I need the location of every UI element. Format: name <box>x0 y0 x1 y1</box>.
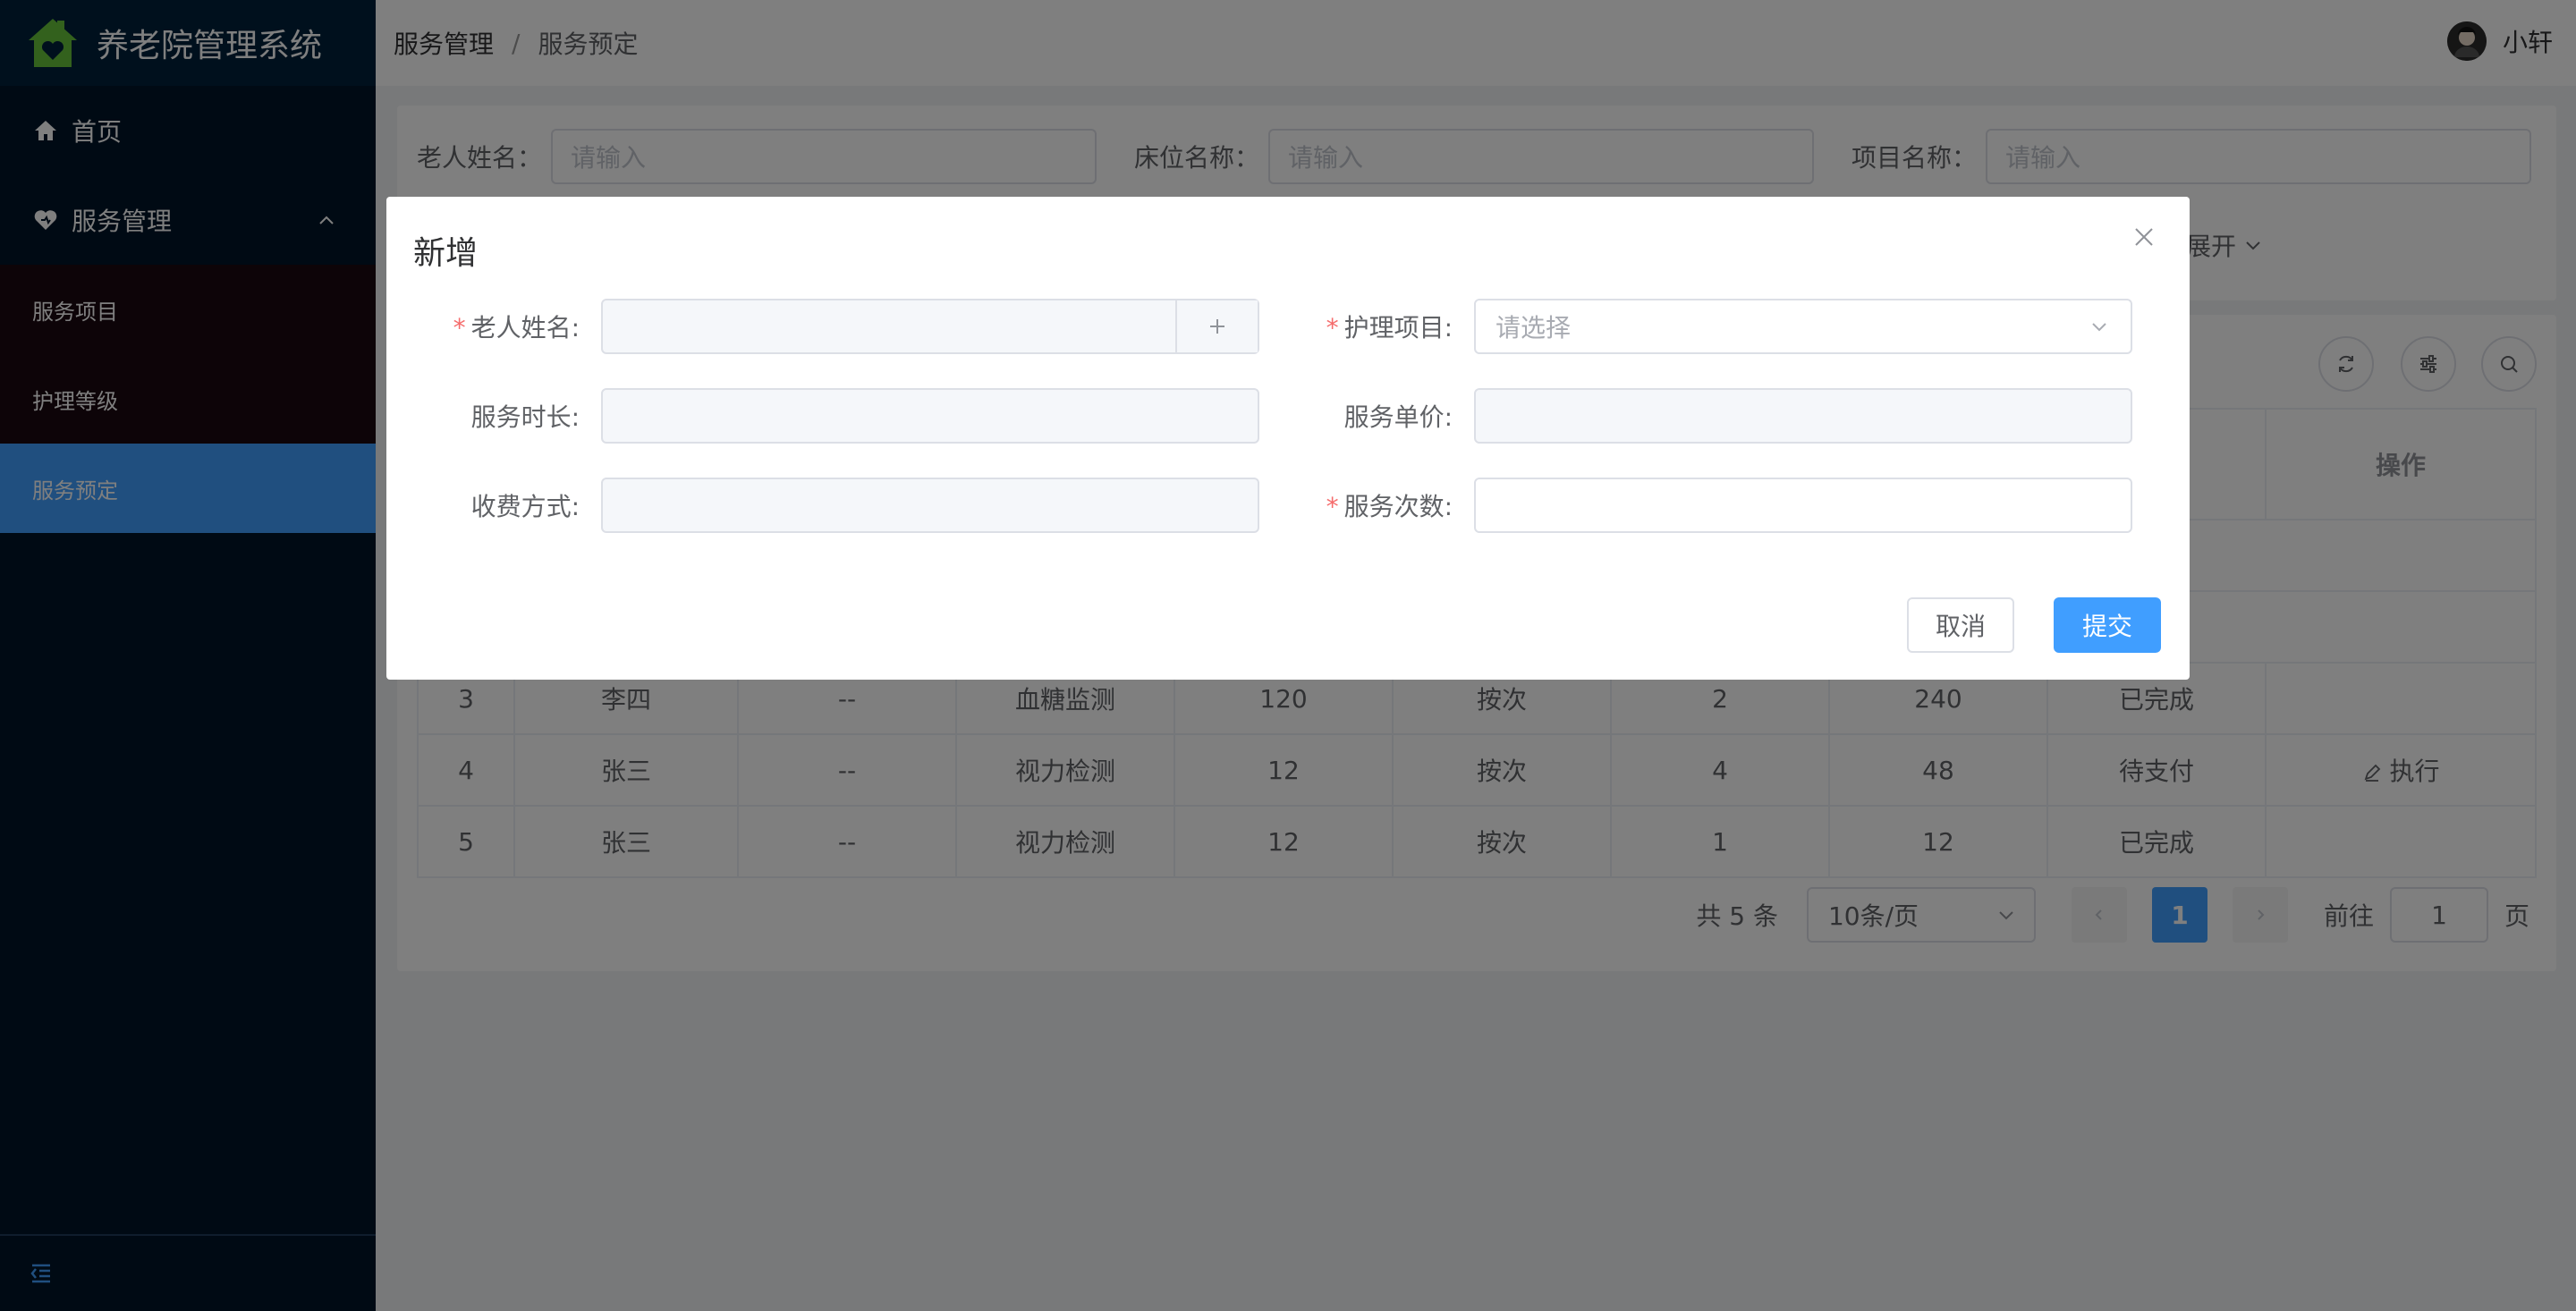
chevron-down-icon <box>2092 323 2106 332</box>
select-elder-button[interactable] <box>1175 300 1258 352</box>
field-label: * 老人姓名: <box>453 313 580 343</box>
field-charge-method: 收费方式: <box>386 478 1259 533</box>
add-dialog: 新增 * 老人姓名: * 护理项目: 请选择 服务时长: 服务单价: 收费方式:… <box>386 197 2190 680</box>
field-service-price: 服务单价: <box>1259 388 2132 444</box>
plus-icon <box>1210 319 1224 334</box>
elder-name-field[interactable] <box>601 299 1259 354</box>
charge-method-field[interactable] <box>601 478 1259 533</box>
select-placeholder: 请选择 <box>1496 313 1572 343</box>
field-care-item: * 护理项目: 请选择 <box>1259 299 2132 354</box>
field-label: * 服务次数: <box>1326 492 1453 521</box>
field-label: 服务单价: <box>1343 402 1453 432</box>
field-service-duration: 服务时长: <box>386 388 1259 444</box>
close-icon[interactable] <box>2131 224 2157 250</box>
dialog-title: 新增 <box>413 235 479 272</box>
field-label: 收费方式: <box>470 492 580 521</box>
field-elder-name: * 老人姓名: <box>386 299 1259 354</box>
service-price-field[interactable] <box>1474 388 2132 444</box>
service-count-field[interactable] <box>1474 478 2132 533</box>
cancel-button[interactable]: 取消 <box>1907 597 2014 653</box>
field-label: * 护理项目: <box>1326 313 1453 343</box>
care-item-select[interactable]: 请选择 <box>1474 299 2132 354</box>
submit-button[interactable]: 提交 <box>2054 597 2161 653</box>
field-label: 服务时长: <box>470 402 580 432</box>
field-service-count: * 服务次数: <box>1259 478 2132 533</box>
service-duration-field[interactable] <box>601 388 1259 444</box>
